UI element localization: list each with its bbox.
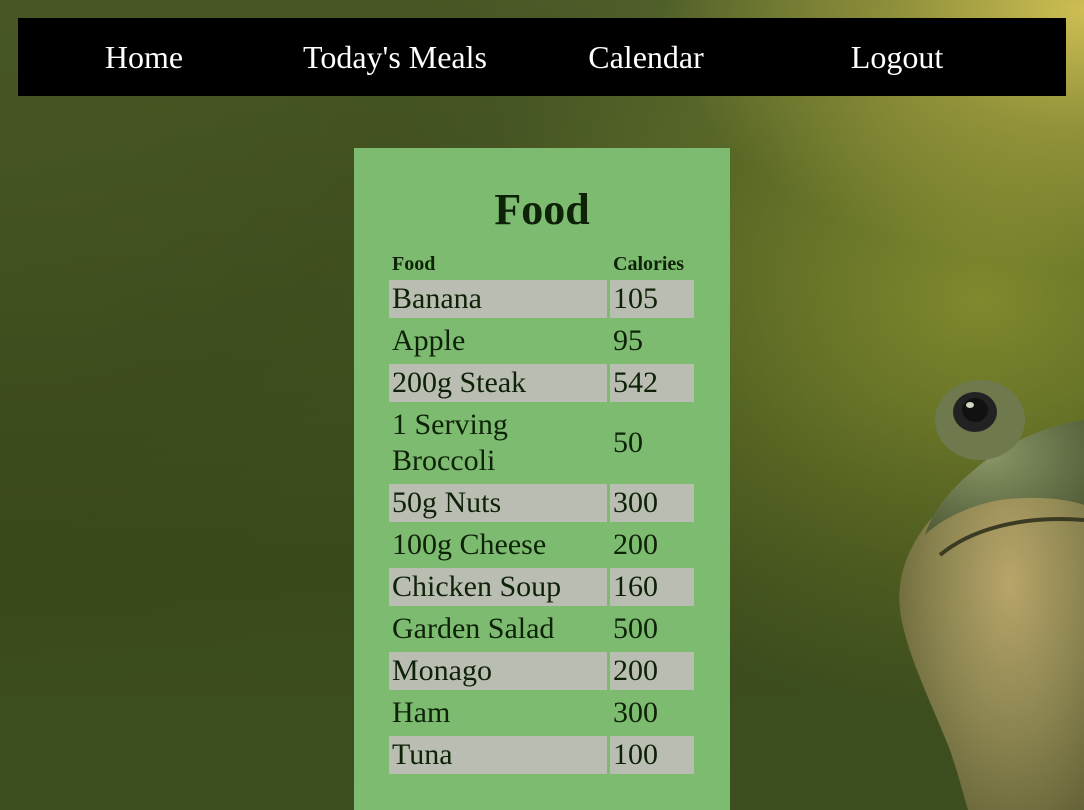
food-cell: 50g Nuts [389, 484, 607, 522]
food-panel-title: Food [494, 185, 590, 234]
column-header-food: Food [392, 253, 436, 275]
column-header-calories: Calories [613, 253, 685, 275]
food-cell: 1 Serving Broccoli [392, 408, 508, 477]
nav-calendar-link[interactable]: Calendar [520, 18, 772, 96]
calories-cell: 105 [610, 280, 694, 318]
nav-todays-meals-link[interactable]: Today's Meals [270, 18, 520, 96]
nav-logout-link[interactable]: Logout [772, 18, 1022, 96]
food-panel: Food Food Calories Banana 105 Apple 95 2… [354, 148, 730, 810]
table-row: 200g Steak 542 [389, 364, 694, 402]
food-table: Food Calories Banana 105 Apple 95 200g S… [386, 249, 697, 778]
nav-home-link[interactable]: Home [18, 18, 270, 96]
table-header-row: Food Calories [389, 253, 694, 276]
table-row: Apple 95 [389, 322, 694, 360]
table-row: Monago 200 [389, 652, 694, 690]
top-nav-bar: Home Today's Meals Calendar Logout [18, 18, 1066, 96]
calories-cell: 500 [613, 612, 658, 645]
food-cell: 100g Cheese [392, 528, 547, 561]
calories-cell: 100 [610, 736, 694, 774]
food-cell: Chicken Soup [389, 568, 607, 606]
calories-cell: 200 [613, 528, 658, 561]
table-row: Tuna 100 [389, 736, 694, 774]
table-row: Banana 105 [389, 280, 694, 318]
calories-cell: 160 [610, 568, 694, 606]
table-row: Ham 300 [389, 694, 694, 732]
food-cell: Apple [392, 324, 466, 357]
calories-cell: 50 [613, 426, 643, 459]
food-cell: 200g Steak [389, 364, 607, 402]
calories-cell: 300 [613, 696, 658, 729]
calories-cell: 200 [610, 652, 694, 690]
calories-cell: 300 [610, 484, 694, 522]
food-cell: Garden Salad [392, 612, 555, 645]
food-cell: Monago [389, 652, 607, 690]
table-row: Chicken Soup 160 [389, 568, 694, 606]
calories-cell: 95 [613, 324, 643, 357]
food-cell: Ham [392, 696, 451, 729]
table-row: Garden Salad 500 [389, 610, 694, 648]
food-cell: Banana [389, 280, 607, 318]
table-row: 100g Cheese 200 [389, 526, 694, 564]
table-row: 50g Nuts 300 [389, 484, 694, 522]
table-row: 1 Serving Broccoli 50 [389, 406, 694, 480]
food-cell: Tuna [389, 736, 607, 774]
calories-cell: 542 [610, 364, 694, 402]
